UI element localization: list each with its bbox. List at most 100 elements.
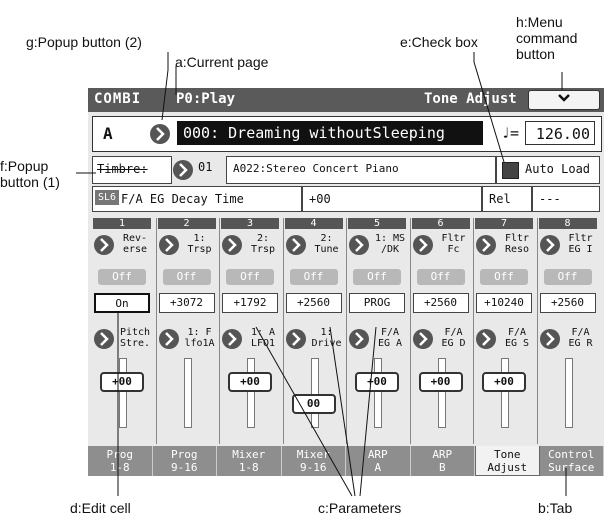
tab-mixer-9-16[interactable]: Mixer 9-16 [281, 446, 346, 476]
arrow-right-icon [476, 235, 496, 255]
tab-label-line1: ARP [432, 448, 453, 461]
arrow-popup-button[interactable] [158, 234, 180, 256]
arrow-popup-button[interactable] [539, 234, 561, 256]
program-popup-button[interactable] [149, 123, 171, 145]
arrow-popup-button[interactable] [93, 234, 115, 256]
off-button[interactable]: Off [353, 269, 401, 285]
value-cell[interactable]: PROG [349, 293, 405, 313]
off-button[interactable]: Off [226, 269, 274, 285]
tab-prog-1-8[interactable]: Prog 1-8 [88, 446, 153, 476]
slider-track[interactable] [119, 358, 127, 428]
tab-label-line1: Tone [494, 448, 521, 461]
tempo-symbol: ♩= [501, 124, 520, 142]
slider-track[interactable] [247, 358, 255, 428]
arrow-right-icon [222, 329, 242, 349]
slider-knob[interactable]: +00 [418, 372, 463, 392]
off-button[interactable]: Off [543, 269, 592, 285]
tempo-field[interactable]: 126.00 [525, 121, 595, 145]
slider-track[interactable] [374, 358, 382, 428]
slider-knob[interactable]: 00 [291, 394, 336, 414]
channel-number: 1 [93, 218, 151, 229]
timbre-program[interactable]: A022:Stereo Concert Piano [226, 156, 496, 184]
slider-track[interactable] [564, 358, 573, 428]
arrow-popup-button[interactable] [285, 234, 307, 256]
channel-strip-3: 3 2: Trsp Off +1792 1: A LFO1 +00 [219, 218, 280, 444]
arrow-right-icon [539, 329, 560, 349]
arrow-popup-button[interactable] [221, 328, 243, 350]
tab-label-line2: 9-16 [171, 461, 198, 474]
slider-knob[interactable]: +00 [228, 372, 272, 392]
tab-label-line1: Control [548, 448, 595, 461]
off-button[interactable]: Off [416, 269, 465, 285]
off-button[interactable]: Off [162, 269, 211, 285]
tab-arp-a[interactable]: ARP A [346, 446, 411, 476]
arrow-popup-button[interactable] [348, 234, 370, 256]
value-cell[interactable]: +3072 [158, 293, 215, 313]
arrow-right-icon [158, 235, 179, 255]
arrow-right-icon [349, 329, 369, 349]
current-page-label: P0:Play [176, 91, 236, 107]
slider-track[interactable] [501, 358, 509, 428]
parameter-value[interactable]: +00 [302, 186, 482, 212]
arrow-popup-button[interactable] [348, 328, 370, 350]
tab-control-surface[interactable]: Control Surface [539, 446, 604, 476]
arrow-popup-button[interactable] [285, 328, 307, 350]
tab-tone-adjust[interactable]: Tone Adjust [475, 446, 540, 476]
annotation-menu-line1: h:Menu [516, 14, 563, 30]
value-cell[interactable]: +2560 [539, 293, 596, 313]
arrow-popup-button[interactable] [93, 328, 115, 350]
timbre-number: 01 [198, 160, 213, 174]
arrow-popup-button[interactable] [158, 328, 180, 350]
synth-screen: COMBI P0:Play Tone Adjust A 000: Dreamin… [88, 88, 604, 476]
arrow-popup-button[interactable] [475, 234, 497, 256]
arrow-popup-button[interactable] [412, 234, 434, 256]
auto-load-checkbox[interactable] [502, 162, 519, 179]
channel-number: 2 [157, 218, 216, 229]
parameter-name-top: Fltr EG I [568, 233, 593, 255]
arrow-popup-button[interactable] [221, 234, 243, 256]
channel-strip-area: 1 Rev- erse Off On Pitch Stre. +00 2 1: Trsp Off… [92, 218, 600, 444]
parameter-name: F/A EG Decay Time [92, 186, 302, 212]
channel-number: 5 [348, 218, 406, 229]
channel-number: 7 [475, 218, 533, 229]
annotation-tab: b:Tab [538, 500, 573, 516]
slider-knob[interactable]: +00 [100, 372, 144, 392]
slider-knob[interactable]: +00 [355, 372, 399, 392]
value-cell[interactable]: +1792 [222, 293, 278, 313]
channel-strip-1: 1 Rev- erse Off On Pitch Stre. +00 [92, 218, 153, 444]
timbre-popup-button[interactable] [172, 159, 194, 181]
tab-prog-9-16[interactable]: Prog 9-16 [152, 446, 217, 476]
arrow-right-icon [285, 329, 306, 349]
tab-label-line2: B [438, 461, 446, 474]
parameter-name-top: Fltr Reso [504, 233, 530, 255]
off-button[interactable]: Off [480, 269, 528, 285]
parameter-name-top: Fltr Fc [441, 233, 466, 255]
tab-arp-b[interactable]: ARP B [410, 446, 475, 476]
mode-label: COMBI [94, 91, 142, 107]
parameter-name-bottom: F/A EG A [377, 327, 403, 349]
channel-strip-8: 8 Fltr EG I Off +2560 F/A EG R [536, 218, 598, 444]
parameter-name-top: 1: Trsp [187, 233, 212, 255]
value-cell[interactable]: +2560 [285, 293, 342, 313]
slider-track[interactable] [183, 358, 192, 428]
menu-command-button[interactable] [528, 90, 600, 110]
value-cell[interactable]: +2560 [412, 293, 469, 313]
tab-mixer-1-8[interactable]: Mixer 1-8 [217, 446, 282, 476]
off-button[interactable]: Off [98, 269, 146, 285]
value-cell[interactable]: +10240 [476, 293, 532, 313]
annotation-popup-button-1: f:Popup button (1) [0, 158, 60, 190]
slider-knob[interactable]: +00 [482, 372, 526, 392]
rel-label: Rel [482, 186, 532, 212]
off-button[interactable]: Off [289, 269, 338, 285]
arrow-popup-button[interactable] [412, 328, 434, 350]
slider-track[interactable] [310, 358, 319, 428]
channel-strip-4: 4 2: Tune Off +2560 1: Drive 00 [282, 218, 344, 444]
arrow-popup-button[interactable] [475, 328, 497, 350]
annotation-current-page: a:Current page [175, 54, 269, 70]
program-name-field[interactable]: 000: Dreaming withoutSleeping [177, 121, 483, 145]
slider-track[interactable] [437, 358, 446, 428]
edit-cell[interactable]: On [94, 293, 150, 313]
arrow-popup-button[interactable] [539, 328, 561, 350]
channel-number: 3 [221, 218, 279, 229]
channel-number: 8 [538, 218, 597, 229]
